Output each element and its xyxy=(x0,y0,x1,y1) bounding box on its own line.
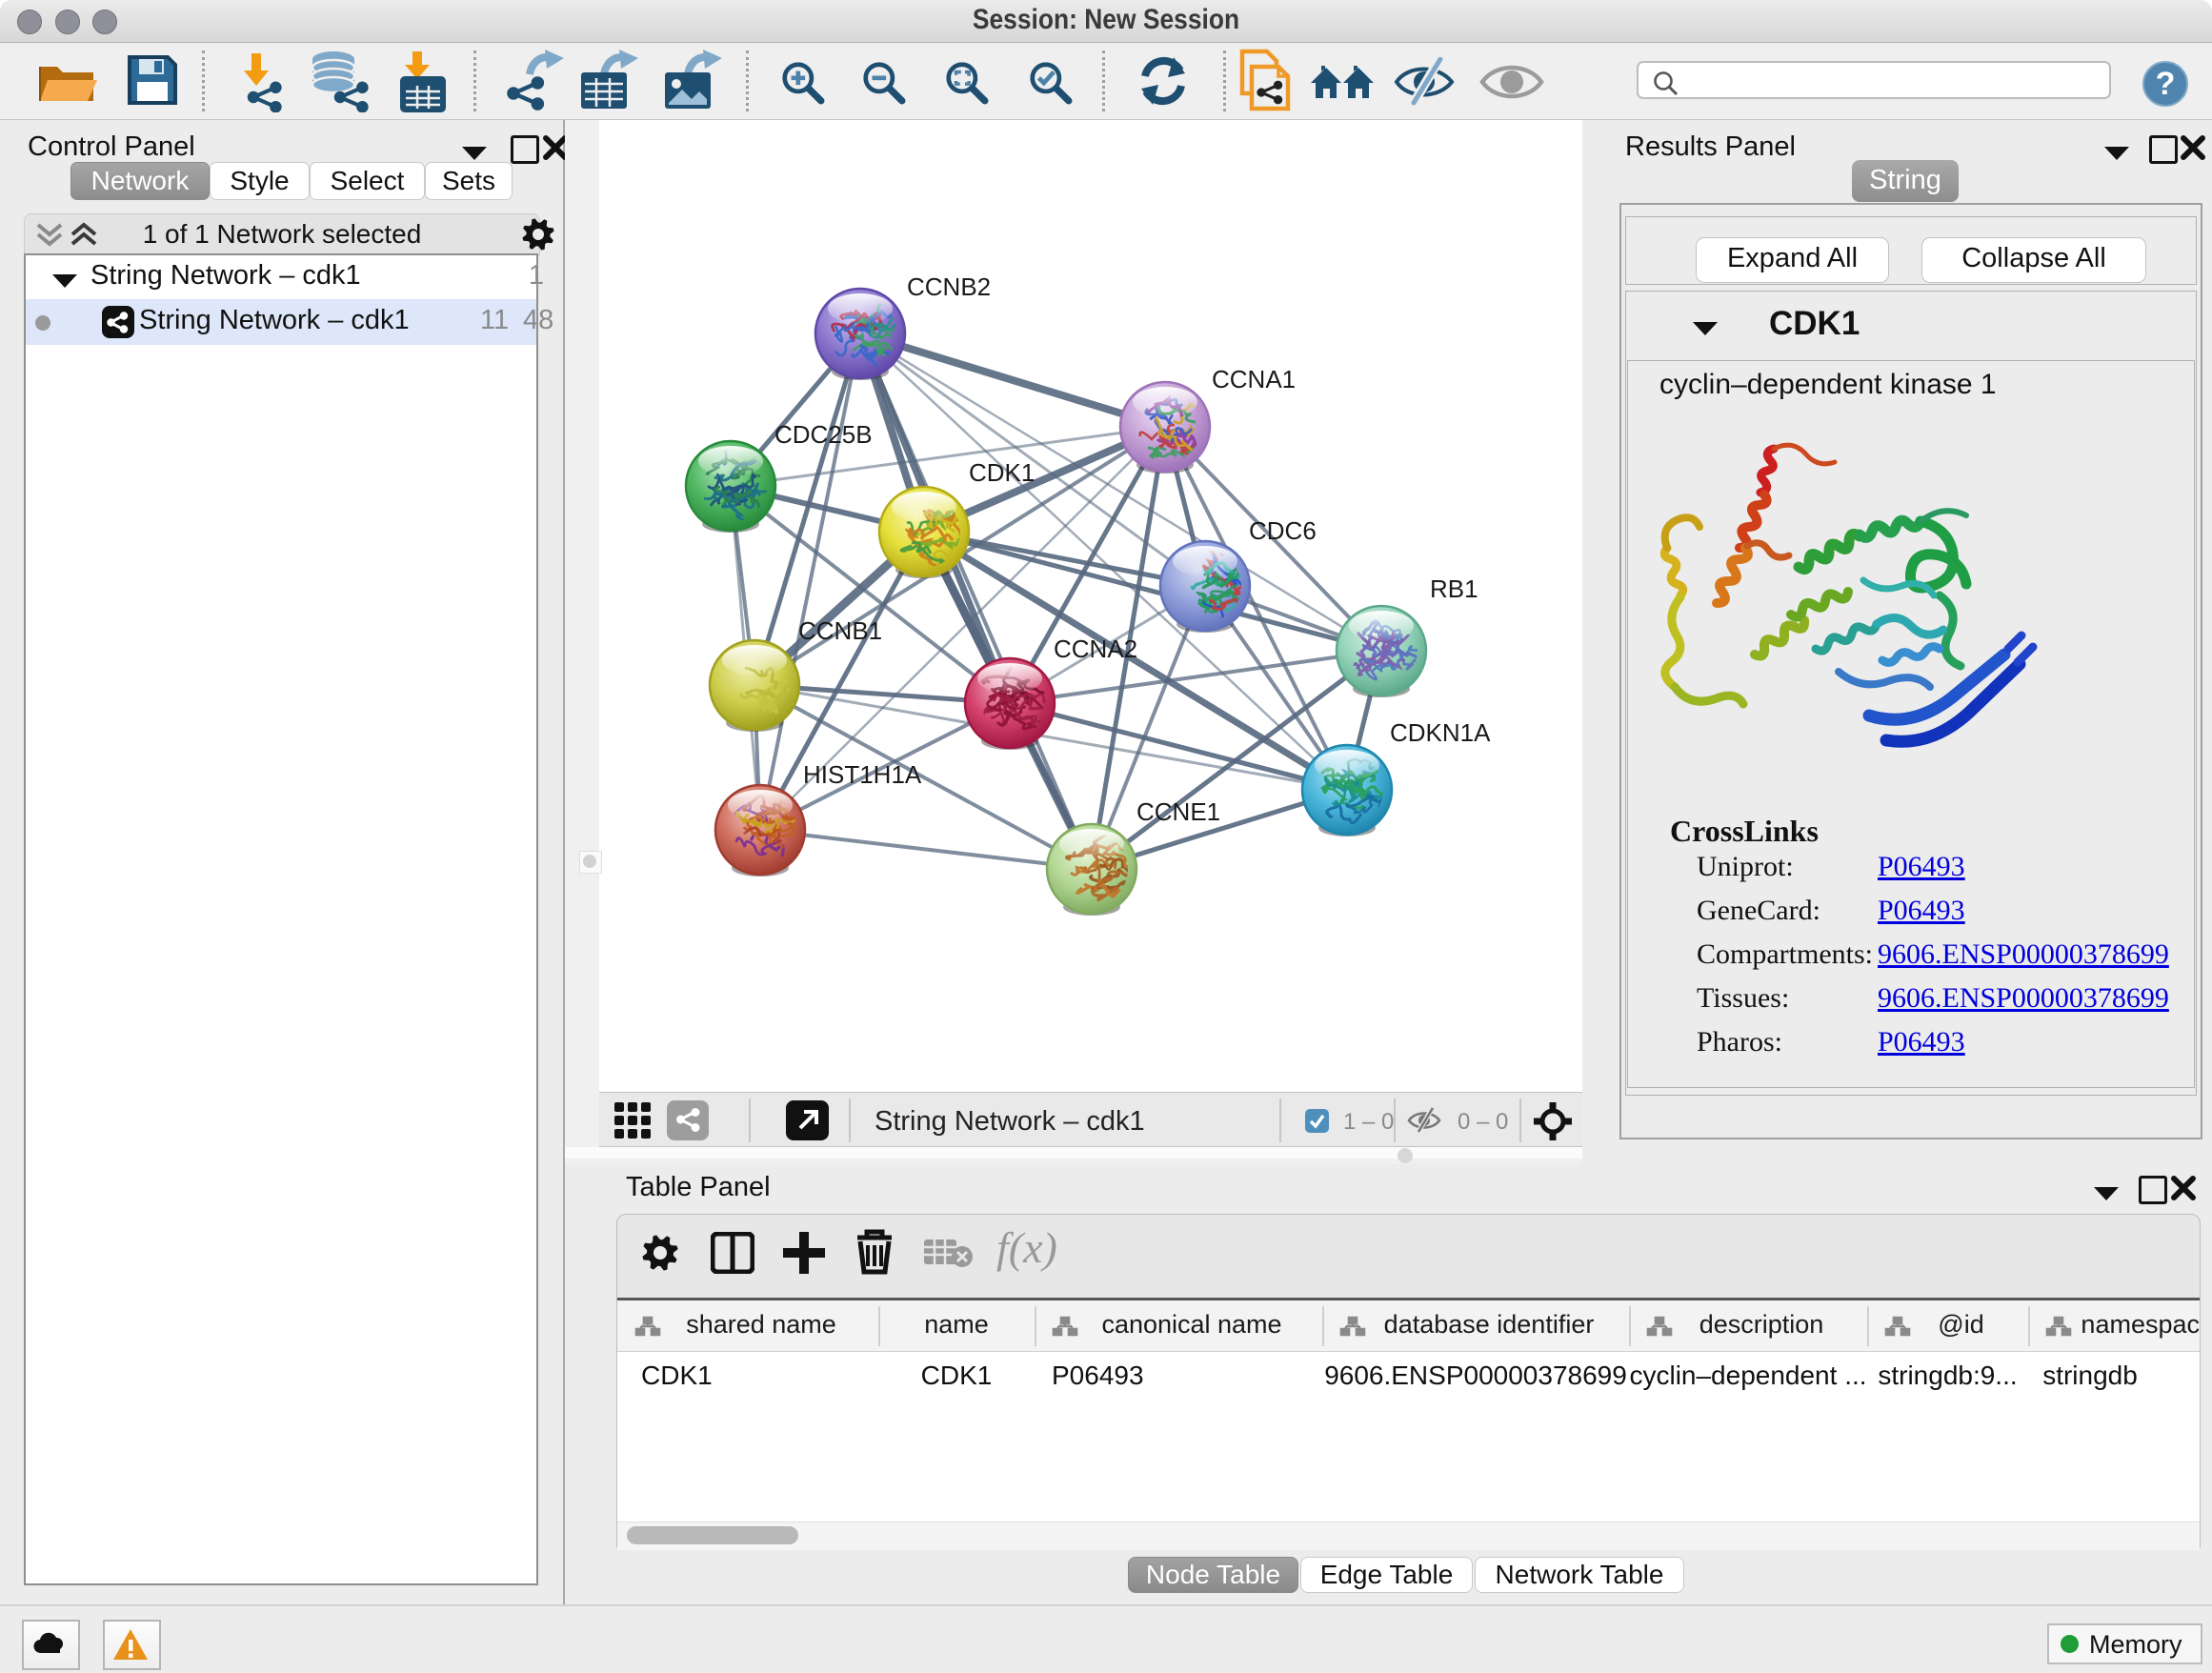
svg-text:CDK1: CDK1 xyxy=(969,458,1035,487)
svg-text:CCNA1: CCNA1 xyxy=(1212,365,1296,393)
svg-text:RB1: RB1 xyxy=(1430,574,1478,603)
svg-text:CCNA2: CCNA2 xyxy=(1054,635,1137,663)
svg-text:CCNB2: CCNB2 xyxy=(907,272,991,301)
svg-text:CCNB1: CCNB1 xyxy=(798,616,882,645)
svg-text:HIST1H1A: HIST1H1A xyxy=(803,760,922,789)
svg-text:CDC25B: CDC25B xyxy=(774,420,873,449)
svg-text:CDKN1A: CDKN1A xyxy=(1390,718,1491,747)
svg-text:CDC6: CDC6 xyxy=(1249,516,1317,545)
svg-text:CCNE1: CCNE1 xyxy=(1136,797,1220,826)
